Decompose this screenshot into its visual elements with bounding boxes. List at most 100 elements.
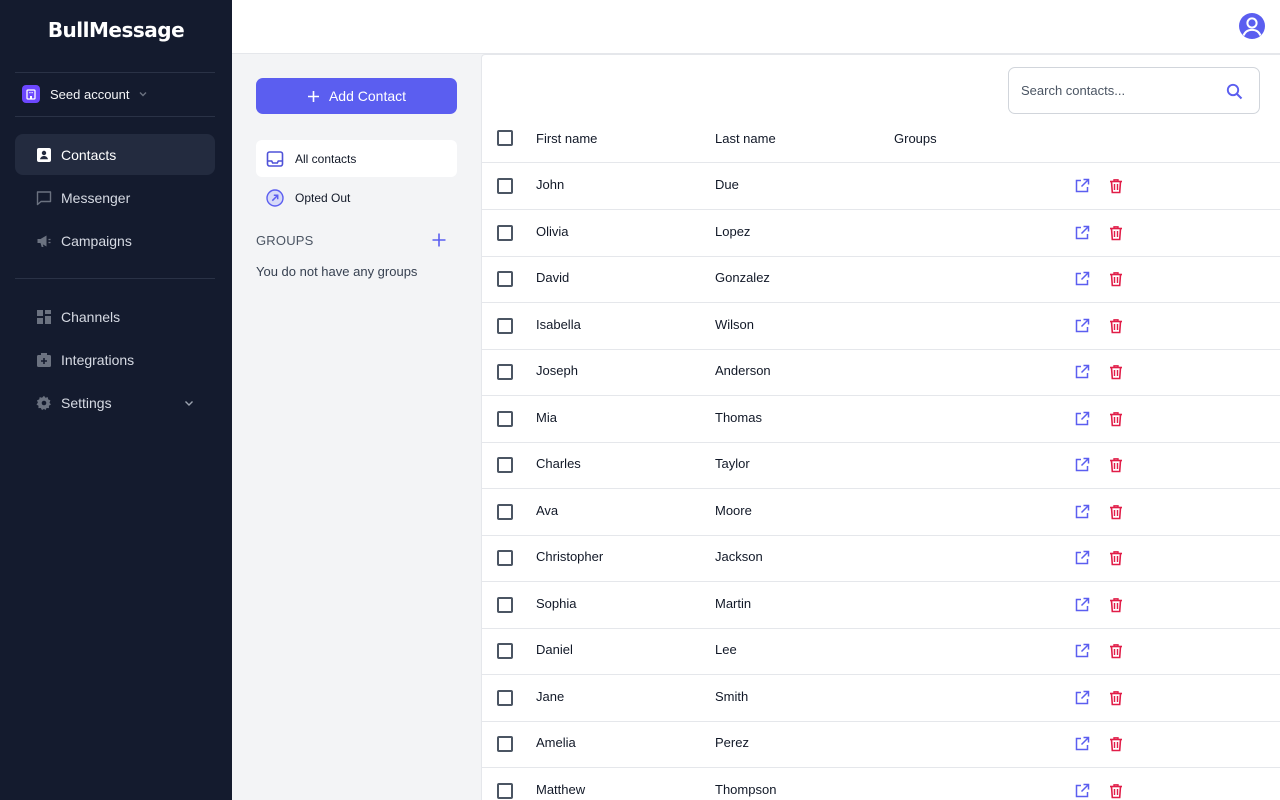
trash-icon[interactable] [1108, 736, 1124, 752]
contacts-icon [36, 147, 52, 163]
row-checkbox[interactable] [497, 689, 513, 706]
account-name: Seed account [50, 86, 130, 102]
cell-first-name: Daniel [536, 642, 573, 657]
edit-icon[interactable] [1074, 271, 1090, 287]
row-checkbox[interactable] [497, 317, 513, 334]
cell-last-name: Smith [715, 688, 749, 704]
select-all-checkbox[interactable] [497, 130, 513, 146]
table-row: Matthew Thompson [482, 768, 1280, 800]
chat-icon [36, 190, 52, 206]
table-row: Jane Smith [482, 675, 1280, 722]
groups-empty-message: You do not have any groups [256, 264, 418, 279]
trash-icon[interactable] [1108, 504, 1124, 520]
nav-item-settings[interactable]: Settings [15, 382, 215, 423]
trash-icon[interactable] [1108, 550, 1124, 566]
edit-icon[interactable] [1074, 643, 1090, 659]
nav-item-label: Channels [61, 308, 121, 325]
trash-icon[interactable] [1108, 225, 1124, 241]
edit-icon[interactable] [1074, 411, 1090, 427]
edit-icon[interactable] [1074, 457, 1090, 473]
chevron-down-icon [139, 92, 147, 97]
edit-icon[interactable] [1074, 504, 1090, 520]
row-checkbox[interactable] [497, 782, 513, 799]
contacts-filter-panel: Add Contact All contacts Opted Out GROUP… [232, 55, 481, 800]
row-checkbox[interactable] [497, 178, 513, 194]
table-header: First name Last name Groups [482, 115, 1280, 163]
account-icon [22, 85, 40, 103]
nav-item-label: Contacts [61, 146, 117, 163]
nav-item-contacts[interactable]: Contacts [15, 134, 215, 175]
edit-icon[interactable] [1074, 318, 1090, 334]
add-contact-label: Add Contact [328, 88, 407, 104]
plus-icon [307, 90, 319, 102]
edit-icon[interactable] [1074, 225, 1090, 241]
cell-first-name: Ava [536, 502, 559, 518]
nav-item-integrations[interactable]: Integrations [15, 339, 215, 380]
nav-item-channels[interactable]: Channels [15, 296, 215, 337]
row-checkbox[interactable] [497, 224, 513, 241]
column-header-last-name[interactable]: Last name [715, 131, 776, 146]
cell-first-name: Mia [536, 409, 557, 425]
cell-last-name: Thompson [715, 781, 777, 797]
trash-icon[interactable] [1108, 318, 1124, 334]
row-checkbox[interactable] [497, 271, 513, 287]
edit-icon[interactable] [1074, 736, 1090, 752]
table-row: Isabella Wilson [482, 303, 1280, 350]
filter-opted-out[interactable]: Opted Out [256, 179, 457, 216]
row-checkbox[interactable] [497, 457, 513, 473]
row-checkbox[interactable] [497, 736, 513, 752]
account-switcher[interactable]: Seed account [22, 85, 148, 103]
filter-label: All contacts [295, 151, 357, 166]
cell-first-name: Jane [536, 688, 565, 704]
edit-icon[interactable] [1074, 783, 1090, 799]
cell-last-name: Taylor [715, 456, 750, 471]
table-row: Joseph Anderson [482, 349, 1280, 396]
table-row: Sophia Martin [482, 582, 1280, 629]
trash-icon[interactable] [1108, 457, 1124, 473]
row-checkbox[interactable] [497, 503, 513, 520]
trash-icon[interactable] [1108, 643, 1124, 659]
edit-icon[interactable] [1074, 178, 1090, 194]
cell-last-name: Perez [715, 735, 749, 750]
cell-first-name: Matthew [536, 781, 586, 797]
trash-icon[interactable] [1108, 690, 1124, 706]
filter-all-contacts[interactable]: All contacts [256, 140, 457, 177]
edit-icon[interactable] [1074, 597, 1090, 613]
trash-icon[interactable] [1108, 411, 1124, 427]
trash-icon[interactable] [1108, 783, 1124, 799]
nav-item-messenger[interactable]: Messenger [15, 177, 215, 218]
row-checkbox[interactable] [497, 364, 513, 380]
top-bar [232, 0, 1280, 54]
trash-icon[interactable] [1108, 364, 1124, 380]
integrations-icon [36, 352, 52, 368]
cell-first-name: Amelia [536, 735, 576, 750]
inbox-icon [266, 150, 284, 168]
cell-first-name: Christopher [536, 549, 604, 564]
column-header-first-name[interactable]: First name [536, 131, 597, 146]
table-row: Ava Moore [482, 489, 1280, 536]
app-logo: BullMessage [47, 18, 185, 42]
trash-icon[interactable] [1108, 271, 1124, 287]
table-row: Charles Taylor [482, 442, 1280, 489]
search-box [1008, 67, 1260, 114]
table-row: Amelia Perez [482, 721, 1280, 768]
add-contact-button[interactable]: Add Contact [256, 78, 457, 114]
sidebar-divider [15, 116, 215, 117]
search-input[interactable] [1021, 68, 1221, 113]
table-row: John Due [482, 163, 1280, 210]
cell-first-name: John [536, 177, 565, 192]
user-avatar[interactable] [1239, 13, 1265, 39]
add-group-icon[interactable] [431, 232, 447, 248]
edit-icon[interactable] [1074, 550, 1090, 566]
row-checkbox[interactable] [497, 643, 513, 659]
edit-icon[interactable] [1074, 364, 1090, 380]
trash-icon[interactable] [1108, 597, 1124, 613]
filter-label: Opted Out [295, 190, 351, 205]
row-checkbox[interactable] [497, 596, 513, 613]
row-checkbox[interactable] [497, 410, 513, 427]
row-checkbox[interactable] [497, 550, 513, 566]
edit-icon[interactable] [1074, 690, 1090, 706]
trash-icon[interactable] [1108, 178, 1124, 194]
search-icon[interactable] [1226, 83, 1243, 100]
nav-item-campaigns[interactable]: Campaigns [15, 220, 215, 261]
